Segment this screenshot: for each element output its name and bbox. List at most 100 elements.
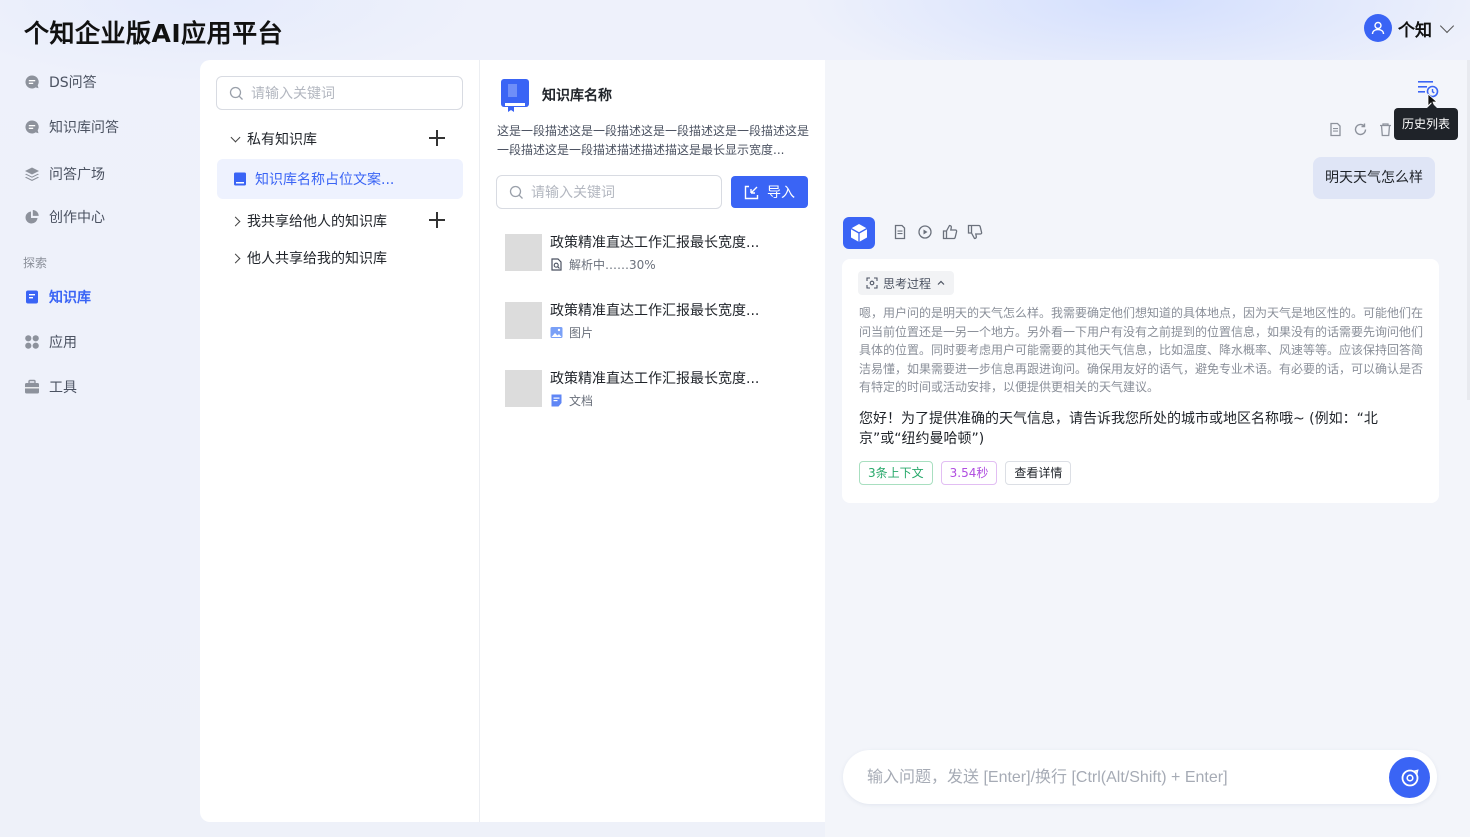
kb-search-input[interactable]: 请输入关键词 bbox=[251, 83, 335, 103]
regenerate-icon[interactable] bbox=[917, 224, 933, 240]
nav-item-knowledge-base[interactable]: 知识库 bbox=[24, 287, 91, 307]
app-title: 个知企业版AI应用平台 bbox=[24, 19, 284, 48]
thumbs-down-icon[interactable] bbox=[967, 224, 983, 240]
doc-type: 图片 bbox=[569, 326, 594, 340]
tree-node-shared-by-me[interactable]: 我共享给他人的知识库 bbox=[230, 211, 387, 231]
tree-node-label: 他人共享给我的知识库 bbox=[247, 251, 387, 267]
doc-list-item[interactable]: 政策精准直达工作汇报最长宽度... 解析中……30% bbox=[505, 232, 805, 282]
bot-message-tools bbox=[892, 224, 983, 240]
think-icon bbox=[866, 277, 878, 289]
response-time-chip: 3.54秒 bbox=[940, 461, 998, 485]
user-message-bubble: 明天天气怎么样 bbox=[1313, 157, 1435, 199]
doc-thumbnail bbox=[505, 234, 542, 271]
import-button[interactable]: 导入 bbox=[731, 176, 808, 208]
document-icon bbox=[551, 394, 562, 407]
nav-section-explore: 探索 bbox=[23, 256, 48, 270]
doc-meta: 解析中……30% bbox=[550, 256, 656, 273]
toolbox-icon bbox=[24, 379, 40, 395]
kb-list-item-selected[interactable]: 知识库名称占位文案... bbox=[217, 159, 463, 199]
book-icon bbox=[24, 289, 40, 305]
kb-tree-panel: 请输入关键词 私有知识库 知识库名称占位文案... 我共享给他人的知识库 他人共… bbox=[200, 60, 479, 822]
kb-item-label: 知识库名称占位文案... bbox=[255, 172, 395, 188]
answer-card: 思考过程 嗯，用户问的是明天的天气怎么样。我需要确定他们想知道的具体地点，因为天… bbox=[842, 259, 1439, 503]
import-label: 导入 bbox=[767, 185, 795, 201]
history-tooltip: 历史列表 bbox=[1394, 103, 1459, 140]
thumbs-up-icon[interactable] bbox=[942, 224, 958, 240]
delete-icon[interactable] bbox=[1378, 122, 1393, 137]
nav-item-label: 创作中心 bbox=[49, 210, 105, 226]
kb-book-icon bbox=[501, 79, 529, 112]
think-process-toggle[interactable]: 思考过程 bbox=[858, 271, 955, 295]
kb-header: 知识库名称 bbox=[500, 78, 612, 112]
tree-node-private-kb[interactable]: 私有知识库 bbox=[230, 129, 317, 149]
think-text: 嗯，用户问的是明天的天气怎么样。我需要确定他们想知道的具体地点，因为天气是地区性… bbox=[859, 306, 1424, 394]
add-shared-kb-icon[interactable] bbox=[428, 211, 446, 229]
search-icon bbox=[509, 185, 523, 199]
nav-item-label: 知识库问答 bbox=[49, 120, 119, 136]
doc-parsing-icon bbox=[551, 258, 562, 271]
doc-title: 政策精准直达工作汇报最长宽度... bbox=[550, 371, 760, 387]
doc-search-box[interactable]: 请输入关键词 bbox=[496, 175, 722, 209]
kb-search-box[interactable]: 请输入关键词 bbox=[216, 76, 463, 110]
doc-meta: 文档 bbox=[550, 392, 593, 409]
send-button[interactable] bbox=[1389, 757, 1430, 798]
search-icon bbox=[229, 86, 243, 100]
send-icon bbox=[1401, 768, 1419, 786]
kb-description: 这是一段描述这是一段描述这是一段描述这是一段描述这是一段描述这是一段描述描述描述… bbox=[497, 124, 810, 157]
doc-thumbnail bbox=[505, 370, 542, 407]
kb-name: 知识库名称 bbox=[542, 88, 612, 104]
doc-thumbnail bbox=[505, 302, 542, 339]
copy-icon[interactable] bbox=[892, 224, 908, 240]
tree-node-label: 我共享给他人的知识库 bbox=[247, 214, 387, 230]
doc-title: 政策精准直达工作汇报最长宽度... bbox=[550, 235, 760, 251]
chat-bubble-icon bbox=[24, 119, 40, 135]
chevron-up-icon bbox=[937, 280, 945, 285]
doc-title: 政策精准直达工作汇报最长宽度... bbox=[550, 303, 760, 319]
pie-icon bbox=[24, 209, 40, 225]
chat-input-bar bbox=[843, 750, 1437, 806]
doc-type: 文档 bbox=[569, 394, 594, 408]
book-icon bbox=[234, 172, 246, 186]
answer-meta-chips: 3条上下文 3.54秒 查看详情 bbox=[859, 461, 1072, 485]
user-name: 个知 bbox=[1398, 20, 1432, 41]
doc-list-item[interactable]: 政策精准直达工作汇报最长宽度... 文档 bbox=[505, 368, 805, 418]
tree-node-label: 私有知识库 bbox=[247, 132, 317, 148]
view-details-button[interactable]: 查看详情 bbox=[1005, 461, 1072, 485]
nav-item-creation[interactable]: 创作中心 bbox=[24, 207, 105, 227]
nav-item-kb-qa[interactable]: 知识库问答 bbox=[24, 117, 119, 137]
refresh-icon[interactable] bbox=[1353, 122, 1368, 137]
doc-list-item[interactable]: 政策精准直达工作汇报最长宽度... 图片 bbox=[505, 300, 805, 350]
add-private-kb-icon[interactable] bbox=[428, 129, 446, 147]
nav-item-qa-square[interactable]: 问答广场 bbox=[24, 164, 105, 184]
think-label: 思考过程 bbox=[883, 276, 932, 291]
context-count-chip[interactable]: 3条上下文 bbox=[859, 461, 933, 485]
image-icon bbox=[550, 327, 563, 338]
apps-grid-icon bbox=[24, 334, 40, 350]
layers-icon bbox=[24, 166, 40, 182]
nav-item-label: 工具 bbox=[49, 380, 77, 396]
user-avatar-icon bbox=[1364, 14, 1392, 42]
chevron-right-icon bbox=[230, 216, 241, 226]
doc-search-input[interactable]: 请输入关键词 bbox=[531, 182, 615, 202]
kb-detail-panel: 知识库名称 这是一段描述这是一段描述这是一段描述这是一段描述这是一段描述这是一段… bbox=[480, 60, 825, 822]
chevron-down-icon bbox=[230, 132, 241, 142]
tree-node-shared-to-me[interactable]: 他人共享给我的知识库 bbox=[230, 248, 387, 268]
bot-avatar-icon bbox=[843, 217, 875, 249]
nav-item-label: 应用 bbox=[49, 335, 77, 351]
nav-item-label: 问答广场 bbox=[49, 167, 105, 183]
chat-bubble-icon bbox=[24, 74, 40, 90]
nav-item-tools[interactable]: 工具 bbox=[24, 377, 77, 397]
nav-item-label: 知识库 bbox=[49, 290, 91, 306]
doc-status: 解析中……30% bbox=[569, 258, 656, 272]
nav-item-apps[interactable]: 应用 bbox=[24, 332, 77, 352]
nav-item-label: DS问答 bbox=[49, 75, 97, 91]
user-menu[interactable]: 个知 bbox=[1364, 14, 1455, 42]
answer-text: 您好！为了提供准确的天气信息，请告诉我您所处的城市或地区名称哦~ (例如：“北京… bbox=[859, 411, 1378, 447]
nav-item-ds-qa[interactable]: DS问答 bbox=[24, 72, 97, 92]
chat-panel: 历史列表 明天天气怎么样 思考过程 嗯，用户问的是明天的天气怎么样。我需要确定他… bbox=[825, 60, 1470, 837]
chevron-right-icon bbox=[230, 253, 241, 263]
chat-input[interactable] bbox=[865, 750, 1379, 806]
chevron-down-icon bbox=[1439, 18, 1455, 33]
doc-meta: 图片 bbox=[550, 324, 593, 341]
copy-icon[interactable] bbox=[1328, 122, 1343, 137]
